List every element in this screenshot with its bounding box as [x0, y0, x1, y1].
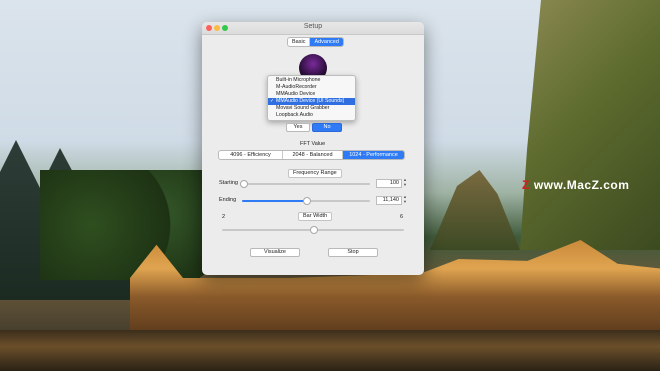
title-bar[interactable]: Setup — [202, 22, 424, 35]
yes-button[interactable]: Yes — [286, 123, 310, 132]
bar-width-min: 2 — [222, 214, 226, 220]
bar-width-max: 6 — [400, 214, 404, 220]
starting-label: Starting — [219, 180, 238, 186]
visualize-button[interactable]: Visualize — [250, 248, 300, 257]
fft-selector: 4096 - Efficiency 2048 - Balanced 1024 -… — [218, 150, 405, 160]
tab-basic[interactable]: Basic — [288, 38, 311, 46]
tab-advanced[interactable]: Advanced — [310, 38, 343, 46]
ending-stepper[interactable]: ▲ ▼ — [403, 194, 407, 204]
watermark-logo-icon: Z — [522, 178, 530, 192]
ending-slider-knob[interactable] — [303, 197, 311, 205]
input-device-menu: Built-in Microphone M-AudioRecorder MMAu… — [267, 75, 356, 121]
ending-slider[interactable] — [242, 197, 370, 205]
setup-window: Setup Basic Advanced Built-in Microphone… — [202, 22, 424, 275]
menu-item[interactable]: Movavi Sound Grabber — [268, 105, 355, 112]
watermark: Zwww.MacZ.com — [522, 178, 629, 192]
wallpaper-trees — [40, 170, 210, 280]
tab-switcher: Basic Advanced — [287, 37, 344, 47]
ending-label: Ending — [219, 197, 237, 203]
starting-slider[interactable] — [240, 180, 370, 188]
ending-value-field[interactable]: 11,140 — [376, 196, 402, 205]
starting-stepper[interactable]: ▲ ▼ — [403, 177, 407, 187]
bar-width-slider[interactable] — [222, 226, 404, 234]
wallpaper-cliff-right — [520, 0, 660, 250]
stop-button[interactable]: Stop — [328, 248, 378, 257]
ending-slider-fill — [242, 200, 306, 202]
fft-option-balanced[interactable]: 2048 - Balanced — [283, 151, 343, 159]
menu-item[interactable]: MMAudio Device — [268, 91, 355, 98]
fft-option-efficiency[interactable]: 4096 - Efficiency — [219, 151, 283, 159]
bar-width-label: Bar Width — [298, 212, 333, 221]
no-button[interactable]: No — [312, 123, 342, 132]
fft-option-performance[interactable]: 1024 - Performance — [343, 151, 404, 159]
watermark-text: www.MacZ.com — [533, 178, 630, 192]
menu-item-selected[interactable]: ✓ MMAudio Device (UI Sounds) — [268, 98, 355, 105]
window-title: Setup — [303, 23, 323, 30]
menu-item[interactable]: M-AudioRecorder — [268, 84, 355, 91]
checkmark-icon: ✓ — [270, 98, 275, 104]
menu-item[interactable]: Built-in Microphone — [268, 77, 355, 84]
starting-slider-knob[interactable] — [240, 180, 249, 188]
fft-label: FFT Value — [300, 141, 326, 147]
starting-value-field[interactable]: 100 — [376, 179, 402, 188]
bar-width-slider-knob[interactable] — [310, 226, 318, 234]
menu-item[interactable]: Loopback Audio — [268, 112, 355, 119]
wallpaper-water — [0, 330, 660, 371]
frequency-range-label: Frequency Range — [288, 169, 342, 178]
